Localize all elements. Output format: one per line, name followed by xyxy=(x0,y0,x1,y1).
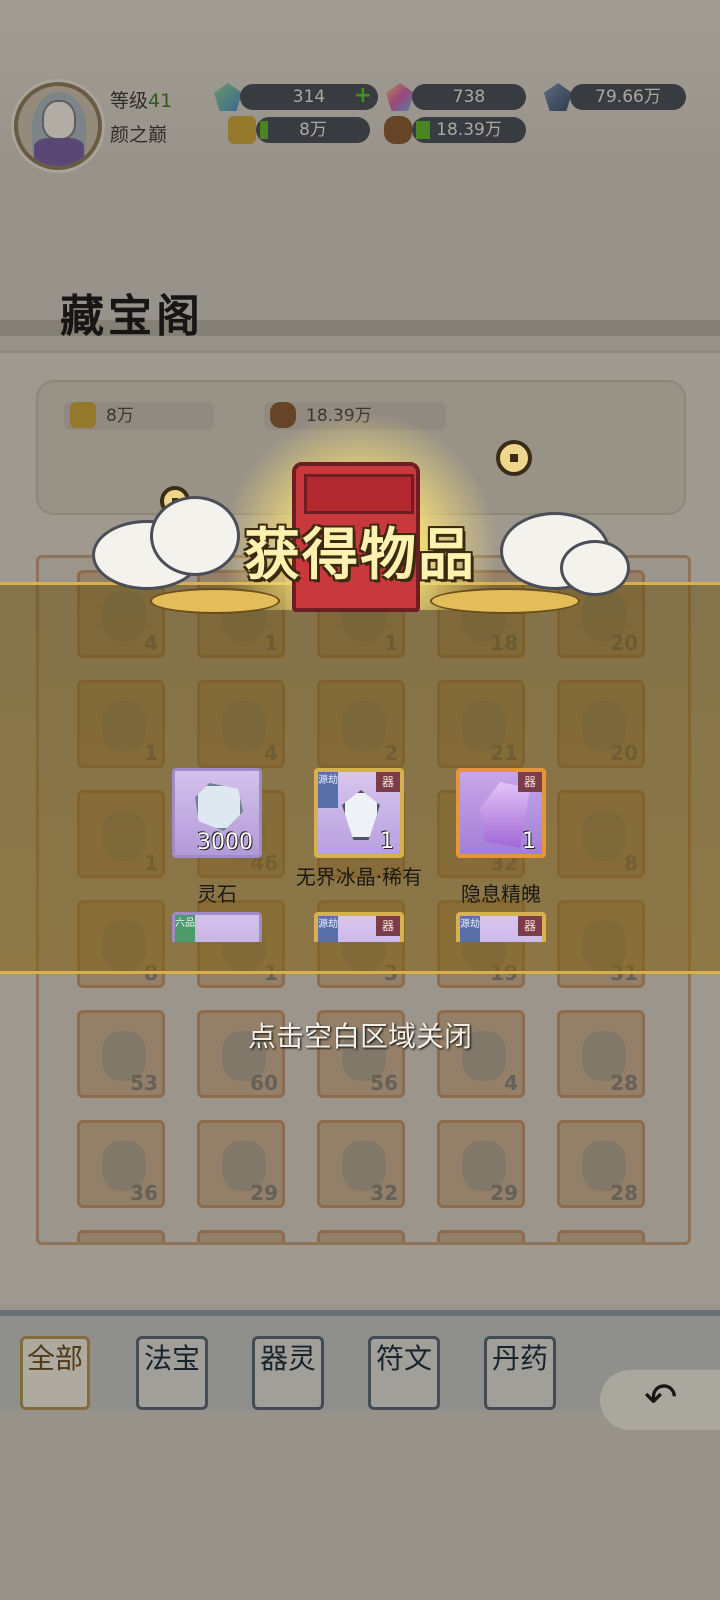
cloud-right-icon xyxy=(560,540,630,596)
reward-item[interactable]: 器 源劫 xyxy=(314,912,404,942)
reward-row-2: 六品 器 源劫 器 源劫 xyxy=(0,912,720,942)
item-name: 隐息精魄 xyxy=(461,882,541,906)
item-name: 无界冰晶·稀有 xyxy=(295,865,423,889)
reward-item-ice-crystal[interactable]: 器 源劫 1 xyxy=(314,768,404,858)
source-tag: 源劫 xyxy=(460,916,480,942)
spirit-stone-icon xyxy=(195,783,243,831)
item-qty: 1 xyxy=(380,829,394,854)
source-tag: 源劫 xyxy=(318,916,338,942)
coin-icon xyxy=(496,440,532,476)
item-qty: 1 xyxy=(522,829,536,854)
reward-item[interactable]: 器 源劫 xyxy=(456,912,546,942)
close-hint: 点击空白区域关闭 xyxy=(247,1020,472,1053)
artifact-tag: 器 xyxy=(376,916,400,936)
item-name: 灵石 xyxy=(197,882,237,906)
modal-title: 获得物品 xyxy=(244,522,476,588)
artifact-tag: 器 xyxy=(518,772,542,792)
gold-cloud-icon xyxy=(150,588,280,614)
reward-item-hidden-soul[interactable]: 器 1 xyxy=(456,768,546,858)
grade-tag: 六品 xyxy=(175,915,195,942)
ice-crystal-icon xyxy=(342,790,380,840)
artifact-tag: 器 xyxy=(518,916,542,936)
reward-item-spirit-stone[interactable]: 3000 xyxy=(172,768,262,858)
gold-cloud-icon xyxy=(430,588,580,614)
reward-item[interactable]: 六品 xyxy=(172,912,262,942)
source-tag: 源劫 xyxy=(318,772,338,808)
item-qty: 3000 xyxy=(197,830,253,855)
artifact-tag: 器 xyxy=(376,772,400,792)
